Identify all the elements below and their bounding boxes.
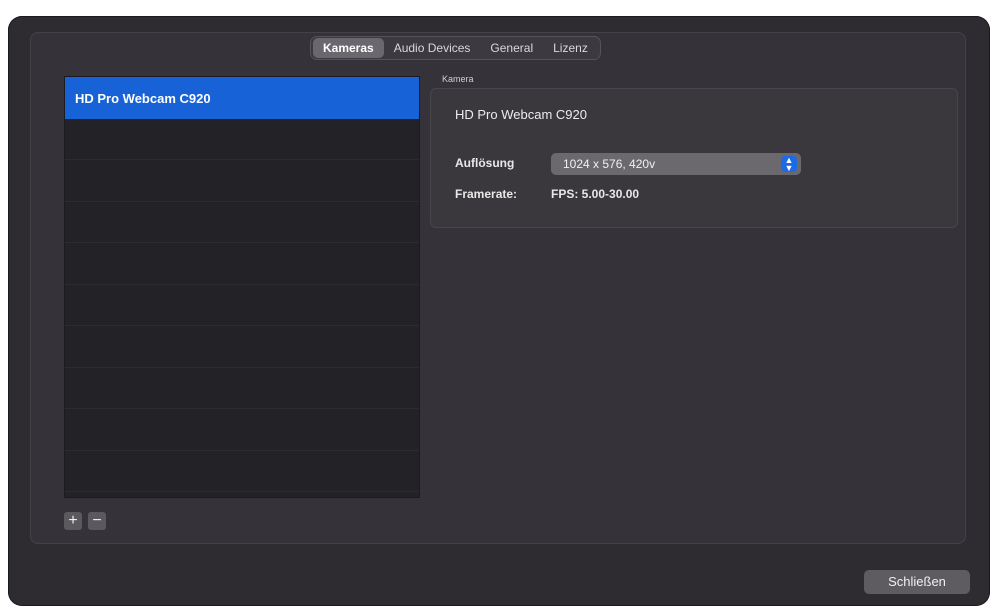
tab-bar: Kameras Audio Devices General Lizenz bbox=[310, 36, 601, 60]
framerate-value: FPS: 5.00-30.00 bbox=[551, 187, 640, 201]
chevron-up-down-icon: ▲ ▼ bbox=[781, 156, 797, 173]
camera-group-label: Kamera bbox=[442, 74, 474, 84]
tab-general[interactable]: General bbox=[480, 38, 543, 58]
camera-list-item[interactable] bbox=[65, 368, 419, 409]
resolution-label: Auflösung bbox=[455, 156, 515, 170]
resolution-select-value: 1024 x 576, 420v bbox=[563, 157, 656, 171]
add-camera-button[interactable]: + bbox=[64, 512, 82, 530]
camera-list-item[interactable] bbox=[65, 202, 419, 243]
camera-list-item[interactable] bbox=[65, 326, 419, 368]
camera-list-item[interactable] bbox=[65, 243, 419, 285]
camera-list-item[interactable] bbox=[65, 285, 419, 326]
camera-list-item[interactable] bbox=[65, 409, 419, 451]
list-add-remove-controls: + − bbox=[64, 512, 106, 530]
tab-lizenz[interactable]: Lizenz bbox=[543, 38, 598, 58]
close-button[interactable]: Schließen bbox=[864, 570, 970, 594]
camera-list-item[interactable]: HD Pro Webcam C920 bbox=[65, 77, 419, 119]
camera-list-item[interactable] bbox=[65, 451, 419, 492]
camera-list-item[interactable] bbox=[65, 160, 419, 202]
camera-name: HD Pro Webcam C920 bbox=[455, 107, 587, 122]
resolution-select[interactable]: 1024 x 576, 420v ▲ ▼ bbox=[551, 153, 801, 175]
camera-details-group: HD Pro Webcam C920 Auflösung 1024 x 576,… bbox=[430, 88, 958, 228]
camera-list: HD Pro Webcam C920 bbox=[64, 76, 420, 498]
remove-camera-button[interactable]: − bbox=[88, 512, 106, 530]
camera-list-item[interactable] bbox=[65, 119, 419, 160]
tab-kameras[interactable]: Kameras bbox=[313, 38, 384, 58]
tab-audio-devices[interactable]: Audio Devices bbox=[384, 38, 481, 58]
framerate-label: Framerate: bbox=[455, 187, 518, 201]
